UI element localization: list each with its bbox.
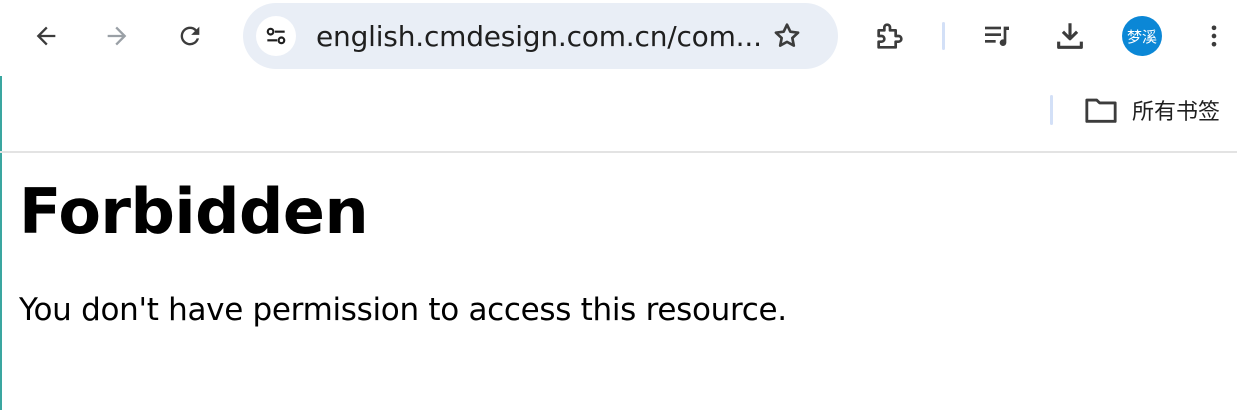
page-content: Forbidden You don't have permission to a…	[19, 153, 1219, 329]
forward-button[interactable]	[97, 16, 137, 56]
folder-icon	[1085, 98, 1117, 123]
extensions-icon	[877, 23, 903, 49]
browser-toolbar: english.cmdesign.com.cn/com... 梦溪	[0, 0, 1237, 76]
more-menu-icon	[1211, 25, 1217, 47]
bookmarks-separator	[1050, 95, 1053, 125]
bookmarks-bar: 所有书签	[0, 76, 1237, 151]
address-bar[interactable]: english.cmdesign.com.cn/com...	[243, 3, 838, 69]
media-controls-button[interactable]	[977, 16, 1017, 56]
media-controls-icon	[985, 26, 1009, 46]
downloads-button[interactable]	[1050, 16, 1090, 56]
bookmark-star-button[interactable]	[767, 16, 807, 56]
star-icon	[774, 23, 800, 47]
error-message: You don't have permission to access this…	[19, 292, 787, 328]
back-icon	[36, 26, 56, 46]
profile-avatar[interactable]: 梦溪	[1122, 16, 1162, 56]
toolbar-separator	[942, 22, 945, 50]
all-bookmarks-button[interactable]: 所有书签	[1084, 94, 1220, 126]
url-text[interactable]: english.cmdesign.com.cn/com...	[316, 21, 762, 53]
extensions-button[interactable]	[870, 16, 910, 56]
site-info-icon	[266, 27, 286, 45]
forward-icon	[107, 26, 127, 46]
download-icon	[1057, 23, 1083, 49]
back-button[interactable]	[26, 16, 66, 56]
all-bookmarks-label: 所有书签	[1132, 100, 1221, 125]
site-info-button[interactable]	[256, 16, 296, 56]
reload-icon	[180, 26, 200, 46]
page-title: Forbidden	[19, 175, 369, 248]
more-menu-button[interactable]	[1194, 16, 1234, 56]
reload-button[interactable]	[170, 16, 210, 56]
